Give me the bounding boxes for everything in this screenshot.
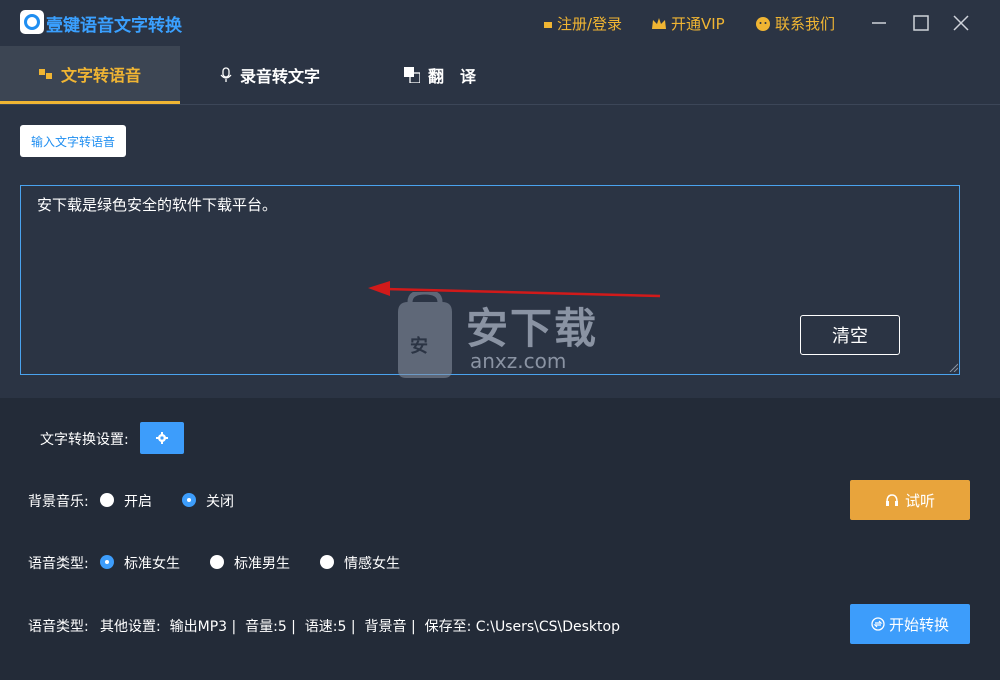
- bg-music-on-radio[interactable]: [100, 493, 114, 507]
- voice-type-label: 语音类型:: [28, 556, 89, 572]
- voice-standard-male-radio[interactable]: [210, 555, 224, 569]
- start-convert-button[interactable]: 开始转换: [850, 604, 970, 644]
- watermark-badge: 安: [410, 336, 428, 357]
- other-settings-summary: 其他设置: 输出MP3 | 音量:5 | 语速:5 | 背景音 | 保存至: C…: [100, 619, 620, 635]
- bg-music-label: 背景音乐:: [28, 494, 89, 510]
- gear-icon: [156, 432, 168, 444]
- headphones-icon: [885, 494, 898, 506]
- conversion-settings-label: 文字转换设置:: [40, 432, 129, 448]
- app-title: 壹键语音文字转换: [46, 16, 182, 36]
- minimize-icon[interactable]: [868, 12, 890, 34]
- vip-link[interactable]: 开通VIP: [651, 13, 725, 34]
- text-to-speech-icon: [38, 68, 52, 79]
- bg-music-off-radio[interactable]: [182, 493, 196, 507]
- tab-text-to-speech[interactable]: 文字转语音: [0, 46, 180, 104]
- crown-icon: [652, 17, 666, 29]
- microphone-icon: [220, 67, 232, 82]
- vip-label: 开通VIP: [671, 15, 725, 33]
- voice-standard-female-label: 标准女生: [124, 556, 180, 572]
- watermark-subtext: anxz.com: [470, 349, 567, 373]
- contact-link[interactable]: 联系我们: [755, 13, 835, 34]
- tab-label: 翻 译: [427, 67, 476, 86]
- bg-music-on-label: 开启: [124, 494, 152, 510]
- voice-standard-female-radio[interactable]: [100, 555, 114, 569]
- service-icon: [756, 16, 770, 31]
- tab-label: 录音转文字: [239, 67, 320, 86]
- clear-button[interactable]: 清空: [800, 315, 900, 355]
- listen-label: 试听: [904, 491, 935, 510]
- voice-emotional-female-radio[interactable]: [320, 555, 334, 569]
- close-icon[interactable]: [950, 12, 972, 34]
- watermark-text: 安下载: [466, 304, 599, 353]
- app-logo-icon: [20, 10, 44, 34]
- tab-bar: 文字转语音 录音转文字 翻 译: [0, 46, 1000, 105]
- contact-label: 联系我们: [775, 15, 836, 33]
- convert-icon: [871, 617, 885, 631]
- voice-standard-male-label: 标准男生: [234, 556, 290, 572]
- listen-button[interactable]: 试听: [850, 480, 970, 520]
- register-login-link[interactable]: 注册/登录: [543, 13, 622, 34]
- user-icon: [544, 21, 552, 28]
- summary-label: 语音类型:: [28, 619, 89, 635]
- maximize-icon[interactable]: [910, 12, 932, 34]
- translate-icon: [403, 67, 420, 83]
- tab-translate[interactable]: 翻 译: [380, 46, 500, 104]
- resize-grip-icon[interactable]: [948, 362, 958, 372]
- tab-label: 文字转语音: [60, 65, 141, 85]
- title-bar: 壹键语音文字转换 注册/登录 开通VIP 联系我们: [0, 0, 1000, 46]
- tab-speech-to-text[interactable]: 录音转文字: [200, 46, 340, 104]
- register-login-label: 注册/登录: [557, 15, 623, 33]
- settings-button[interactable]: [140, 422, 184, 454]
- input-text-mode-button[interactable]: 输入文字转语音: [20, 125, 126, 157]
- bg-music-off-label: 关闭: [206, 494, 234, 510]
- start-convert-label: 开始转换: [888, 615, 949, 634]
- voice-emotional-female-label: 情感女生: [344, 556, 400, 572]
